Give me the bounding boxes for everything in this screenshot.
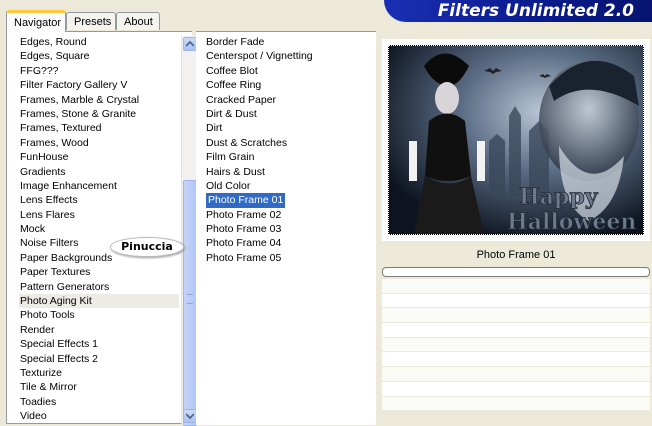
parameter-row: [382, 367, 650, 382]
filter-item-label: Dust & Scratches: [206, 136, 288, 149]
category-list[interactable]: Edges, Round Edges, Square FFG??? Filter Fa…: [19, 35, 179, 424]
parameter-area: [382, 279, 650, 412]
preview-frame: Happy Halloween: [382, 39, 650, 241]
category-item[interactable]: FFG???: [19, 64, 179, 78]
app-title: Filters Unlimited 2.0: [437, 1, 634, 21]
preview-caption-line1: Happy: [519, 184, 599, 210]
category-item[interactable]: Special Effects 1: [19, 337, 179, 351]
category-item[interactable]: Tile & Mirror: [19, 380, 179, 394]
category-item[interactable]: Photo Aging Kit: [19, 294, 179, 309]
filter-item[interactable]: Photo Frame 02: [204, 208, 374, 222]
filter-item-label: Dirt: [206, 122, 223, 135]
filter-item-label: Dirt & Dust: [206, 107, 257, 120]
filter-item-label: Film Grain: [206, 151, 255, 164]
filter-item-label: Photo Frame 01: [206, 193, 286, 208]
filter-item-label: Coffee Ring: [206, 79, 262, 92]
filter-item[interactable]: Coffee Blot: [204, 64, 374, 78]
category-item[interactable]: Edges, Round: [19, 35, 179, 49]
filter-item[interactable]: Border Fade: [204, 35, 374, 49]
category-item[interactable]: Photo Tools: [19, 308, 179, 322]
filter-item[interactable]: Film Grain: [204, 150, 374, 164]
category-item[interactable]: Edges, Square: [19, 49, 179, 63]
scroll-thumb[interactable]: [183, 180, 197, 426]
category-item[interactable]: FunHouse: [19, 150, 179, 164]
filter-item[interactable]: Hairs & Dust: [204, 165, 374, 179]
tab-about[interactable]: About: [116, 12, 160, 30]
category-item[interactable]: Mock: [19, 222, 179, 236]
preview-caption-line2: Halloween: [507, 209, 636, 234]
filter-item[interactable]: Dirt: [204, 121, 374, 135]
preview-image: Happy Halloween: [388, 45, 644, 235]
filter-item-label: Border Fade: [206, 36, 265, 48]
category-item[interactable]: Render: [19, 323, 179, 337]
category-item[interactable]: Frames, Stone & Granite: [19, 107, 179, 121]
filter-item[interactable]: Dust & Scratches: [204, 136, 374, 150]
parameter-row: [382, 279, 650, 294]
filter-item-label: Centerspot / Vignetting: [206, 50, 313, 63]
filter-item[interactable]: Cracked Paper: [204, 93, 374, 107]
filter-item-label: Cracked Paper: [206, 93, 277, 106]
scroll-up-button[interactable]: [183, 37, 197, 51]
grip-icon: [187, 294, 193, 304]
watermark-badge: Pinuccia: [110, 237, 184, 257]
parameter-row: [382, 337, 650, 353]
category-item[interactable]: Special Effects 2: [19, 352, 179, 366]
filter-item-label: Old Color: [206, 179, 251, 192]
filter-item[interactable]: Photo Frame 05: [204, 251, 374, 265]
category-item[interactable]: Image Enhancement: [19, 179, 179, 193]
scroll-down-button[interactable]: [183, 409, 197, 423]
parameter-row: [382, 293, 650, 309]
filter-item-label: Photo Frame 02: [206, 208, 282, 221]
filter-item[interactable]: Photo Frame 03: [204, 222, 374, 236]
preview-artwork: Happy Halloween: [389, 46, 643, 234]
current-filter-label: Photo Frame 01: [476, 249, 556, 261]
filter-item[interactable]: Photo Frame 04: [204, 236, 374, 250]
category-panel: Edges, Round Edges, Square FFG??? Filter Fa…: [6, 31, 198, 426]
parameter-row: [382, 308, 650, 324]
category-item[interactable]: Paper Textures: [19, 265, 179, 279]
filter-item[interactable]: Old Color: [204, 179, 374, 193]
filter-item[interactable]: Dirt & Dust: [204, 107, 374, 121]
filter-item-label: Coffee Blot: [206, 64, 258, 77]
category-item[interactable]: Filter Factory Gallery V: [19, 78, 179, 92]
category-item[interactable]: Texturize: [19, 366, 179, 380]
filter-item-label: Hairs & Dust: [206, 165, 265, 178]
title-banner: Filters Unlimited 2.0: [384, 0, 652, 22]
tab-presets[interactable]: Presets: [66, 12, 116, 30]
filter-item[interactable]: Coffee Ring: [204, 78, 374, 92]
filter-item[interactable]: Centerspot / Vignetting: [204, 49, 374, 63]
category-item[interactable]: Video: [19, 409, 179, 423]
chevron-up-icon: [186, 41, 194, 47]
category-item[interactable]: Frames, Textured: [19, 121, 179, 135]
category-item[interactable]: Frames, Marble & Crystal: [19, 93, 179, 107]
parameter-row: [382, 381, 650, 397]
parameter-row: [382, 396, 650, 412]
category-item[interactable]: Pattern Generators: [19, 280, 179, 294]
filter-item-label: Photo Frame 05: [206, 251, 282, 264]
filter-item-label: Photo Frame 04: [206, 237, 282, 250]
category-item[interactable]: Toadies: [19, 395, 179, 409]
category-item[interactable]: Frames, Wood: [19, 136, 179, 150]
category-item[interactable]: Gradients: [19, 165, 179, 179]
filter-item-label: Photo Frame 03: [206, 223, 282, 236]
chevron-down-icon: [186, 413, 194, 419]
tab-navigator[interactable]: Navigator: [6, 10, 66, 32]
progress-bar: [382, 267, 650, 277]
category-item[interactable]: Lens Flares: [19, 208, 179, 222]
parameter-row: [382, 352, 650, 368]
filter-item[interactable]: Photo Frame 01: [204, 193, 374, 208]
parameter-row: [382, 323, 650, 338]
filter-list[interactable]: Border Fade Centerspot / Vignetting Coffee…: [204, 35, 374, 265]
category-item[interactable]: Lens Effects: [19, 193, 179, 207]
filter-panel: Border Fade Centerspot / Vignetting Coffee…: [196, 31, 376, 425]
